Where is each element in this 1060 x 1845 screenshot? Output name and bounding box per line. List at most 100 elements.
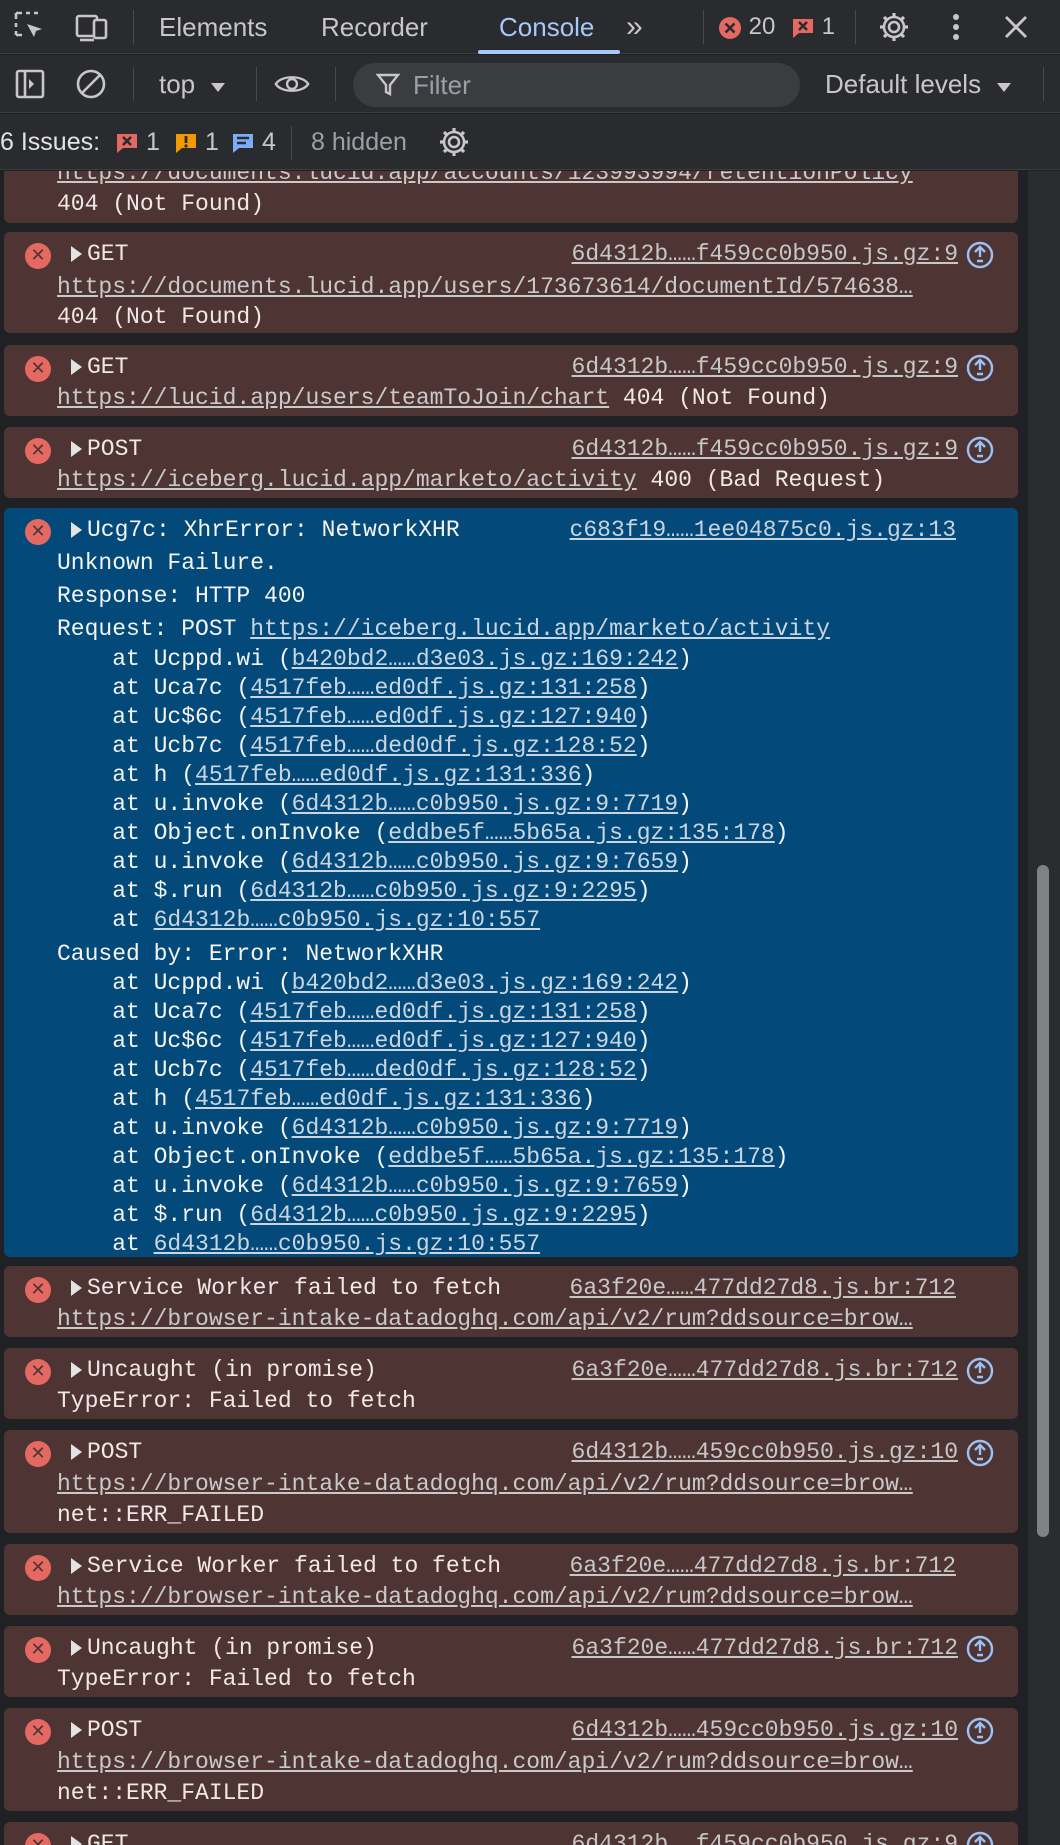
tab-console[interactable]: Console bbox=[499, 0, 594, 54]
request-method: GET bbox=[87, 241, 129, 267]
source-link[interactable]: 6a3f20e……477dd27d8.js.br:712 bbox=[570, 1550, 956, 1583]
ai-assistance-icon[interactable] bbox=[966, 1357, 994, 1385]
issues-settings-gear-icon[interactable] bbox=[436, 124, 472, 160]
stack-frame-source-link[interactable]: 4517feb……ed0df.js.gz:131:336 bbox=[195, 1086, 581, 1112]
console-messages[interactable]: https://documents.lucid.app/accounts/123… bbox=[0, 171, 1024, 1845]
expand-triangle-icon[interactable] bbox=[71, 1280, 82, 1296]
device-toolbar-icon[interactable] bbox=[74, 9, 110, 45]
expand-triangle-icon[interactable] bbox=[71, 1836, 82, 1845]
error-icon: ✕ bbox=[25, 1359, 51, 1385]
stack-frame-source-link[interactable]: 6d4312b……c0b950.js.gz:9:7659 bbox=[292, 849, 678, 875]
source-link[interactable]: 6a3f20e……477dd27d8.js.br:712 bbox=[570, 1272, 956, 1305]
tab-recorder[interactable]: Recorder bbox=[321, 0, 428, 54]
more-options-icon[interactable] bbox=[938, 9, 974, 45]
expand-triangle-icon[interactable] bbox=[71, 246, 82, 262]
more-tabs-button[interactable]: » bbox=[626, 0, 643, 54]
request-url-link[interactable]: https://iceberg.lucid.app/marketo/activi… bbox=[250, 616, 830, 642]
hidden-issues-count: 8 hidden bbox=[311, 128, 407, 156]
request-url-link[interactable]: https://iceberg.lucid.app/marketo/activi… bbox=[57, 467, 637, 493]
issue-count-button[interactable]: 1 bbox=[791, 13, 835, 41]
settings-gear-icon[interactable] bbox=[876, 9, 912, 45]
console-message-error[interactable]: ✕ POST 6d4312b……459cc0b950.js.gz:10 http… bbox=[4, 1708, 1018, 1811]
error-message: TypeError: Failed to fetch bbox=[57, 1388, 416, 1414]
close-icon[interactable] bbox=[998, 9, 1034, 45]
live-expression-eye-icon[interactable] bbox=[274, 66, 310, 102]
expand-triangle-icon[interactable] bbox=[71, 359, 82, 375]
stack-frame-source-link[interactable]: 4517feb……ed0df.js.gz:127:940 bbox=[250, 1028, 636, 1054]
expand-triangle-icon[interactable] bbox=[71, 1444, 82, 1460]
sidebar-toggle-icon[interactable] bbox=[12, 66, 48, 102]
console-message-error-selected[interactable]: ✕ Ucg7c: XhrError: NetworkXHR c683f19……1… bbox=[4, 508, 1018, 1257]
source-link[interactable]: 6a3f20e……477dd27d8.js.br:712 bbox=[572, 1354, 958, 1387]
inspect-element-icon[interactable] bbox=[12, 9, 48, 45]
ai-assistance-icon[interactable] bbox=[966, 241, 994, 269]
stack-frame-source-link[interactable]: 4517feb……ded0df.js.gz:128:52 bbox=[250, 1057, 636, 1083]
stack-frame-source-link[interactable]: 4517feb……ed0df.js.gz:131:336 bbox=[195, 762, 581, 788]
console-message-error[interactable]: https://documents.lucid.app/accounts/123… bbox=[4, 171, 1018, 223]
issues-error-count[interactable]: 1 bbox=[115, 127, 160, 157]
ai-assistance-icon[interactable] bbox=[966, 354, 994, 382]
console-message-error[interactable]: ✕ Uncaught (in promise) 6a3f20e……477dd27… bbox=[4, 1348, 1018, 1419]
stack-frame-source-link[interactable]: 4517feb……ed0df.js.gz:131:258 bbox=[250, 999, 636, 1025]
expand-triangle-icon[interactable] bbox=[71, 522, 82, 538]
stack-frame-source-link[interactable]: 6d4312b……c0b950.js.gz:10:557 bbox=[154, 1231, 540, 1257]
request-url-link[interactable]: https://browser-intake-datadoghq.com/api… bbox=[57, 1303, 913, 1336]
console-message-error[interactable]: ✕ POST 6d4312b……459cc0b950.js.gz:10 http… bbox=[4, 1430, 1018, 1533]
ai-assistance-icon[interactable] bbox=[966, 436, 994, 464]
request-url-link[interactable]: https://browser-intake-datadoghq.com/api… bbox=[57, 1746, 913, 1779]
console-message-error[interactable]: ✕ Service Worker failed to fetch 6a3f20e… bbox=[4, 1266, 1018, 1337]
tab-elements[interactable]: Elements bbox=[159, 0, 267, 54]
stack-frame-source-link[interactable]: eddbe5f……5b65a.js.gz:135:178 bbox=[388, 820, 774, 846]
log-levels-dropdown[interactable]: Default levels bbox=[825, 67, 1012, 101]
stack-frame-source-link[interactable]: 6d4312b……c0b950.js.gz:9:7719 bbox=[292, 791, 678, 817]
console-message-error[interactable]: ✕ GET 6d4312b……f459cc0b950.js.gz:9 bbox=[4, 1822, 1018, 1845]
stack-frame-source-link[interactable]: 6d4312b……c0b950.js.gz:9:7659 bbox=[292, 1173, 678, 1199]
stack-frame-source-link[interactable]: 6d4312b……c0b950.js.gz:9:2295 bbox=[250, 1202, 636, 1228]
ai-assistance-icon[interactable] bbox=[966, 1439, 994, 1467]
expand-triangle-icon[interactable] bbox=[71, 1722, 82, 1738]
stack-frame-source-link[interactable]: b420bd2……d3e03.js.gz:169:242 bbox=[292, 970, 678, 996]
source-link[interactable]: 6d4312b……f459cc0b950.js.gz:9 bbox=[572, 351, 958, 384]
scrollbar-thumb[interactable] bbox=[1037, 865, 1049, 1537]
context-selector[interactable]: top bbox=[159, 67, 226, 101]
request-url-link[interactable]: https://lucid.app/users/teamToJoin/chart bbox=[57, 385, 609, 411]
console-message-error[interactable]: ✕ GET 6d4312b……f459cc0b950.js.gz:9 https… bbox=[4, 345, 1018, 416]
expand-triangle-icon[interactable] bbox=[71, 441, 82, 457]
source-link[interactable]: 6d4312b……f459cc0b950.js.gz:9 bbox=[572, 433, 958, 466]
issues-warning-count[interactable]: 1 bbox=[174, 127, 219, 157]
ai-assistance-icon[interactable] bbox=[966, 1831, 994, 1845]
filter-input[interactable]: Filter bbox=[353, 63, 800, 107]
request-url-link[interactable]: https://documents.lucid.app/users/173673… bbox=[57, 271, 913, 304]
expand-triangle-icon[interactable] bbox=[71, 1558, 82, 1574]
stack-frame-function: at $.run ( bbox=[57, 1202, 251, 1228]
stack-frame-source-link[interactable]: b420bd2……d3e03.js.gz:169:242 bbox=[292, 646, 678, 672]
source-link[interactable]: 6d4312b……459cc0b950.js.gz:10 bbox=[572, 1714, 958, 1747]
source-link[interactable]: 6d4312b……f459cc0b950.js.gz:9 bbox=[572, 1828, 958, 1845]
ai-assistance-icon[interactable] bbox=[966, 1635, 994, 1663]
console-message-error[interactable]: ✕ GET 6d4312b……f459cc0b950.js.gz:9 https… bbox=[4, 232, 1018, 333]
clear-console-icon[interactable] bbox=[73, 66, 109, 102]
request-url-link[interactable]: https://browser-intake-datadoghq.com/api… bbox=[57, 1468, 913, 1501]
stack-frame-source-link[interactable]: 6d4312b……c0b950.js.gz:9:2295 bbox=[250, 878, 636, 904]
stack-frame-source-link[interactable]: 4517feb……ded0df.js.gz:128:52 bbox=[250, 733, 636, 759]
console-message-error[interactable]: ✕ Uncaught (in promise) 6a3f20e……477dd27… bbox=[4, 1626, 1018, 1697]
request-url-link[interactable]: https://browser-intake-datadoghq.com/api… bbox=[57, 1581, 913, 1614]
stack-frame-source-link[interactable]: 6d4312b……c0b950.js.gz:9:7719 bbox=[292, 1115, 678, 1141]
error-count-button[interactable]: 20 bbox=[718, 13, 775, 41]
source-link[interactable]: 6d4312b……459cc0b950.js.gz:10 bbox=[572, 1436, 958, 1469]
stack-frame-close-paren: ) bbox=[678, 1115, 692, 1141]
stack-frame-source-link[interactable]: eddbe5f……5b65a.js.gz:135:178 bbox=[388, 1144, 774, 1170]
expand-triangle-icon[interactable] bbox=[71, 1640, 82, 1656]
console-message-error[interactable]: ✕ Service Worker failed to fetch 6a3f20e… bbox=[4, 1544, 1018, 1615]
stack-frame-function: at h ( bbox=[57, 762, 196, 788]
source-link[interactable]: 6d4312b……f459cc0b950.js.gz:9 bbox=[572, 238, 958, 271]
expand-triangle-icon[interactable] bbox=[71, 1362, 82, 1378]
issues-info-count[interactable]: 4 bbox=[231, 127, 276, 157]
stack-frame-source-link[interactable]: 4517feb……ed0df.js.gz:127:940 bbox=[250, 704, 636, 730]
stack-frame-source-link[interactable]: 6d4312b……c0b950.js.gz:10:557 bbox=[154, 907, 540, 933]
source-link[interactable]: c683f19……1ee04875c0.js.gz:13 bbox=[570, 514, 956, 547]
source-link[interactable]: 6a3f20e……477dd27d8.js.br:712 bbox=[572, 1632, 958, 1665]
ai-assistance-icon[interactable] bbox=[966, 1717, 994, 1745]
stack-frame-source-link[interactable]: 4517feb……ed0df.js.gz:131:258 bbox=[250, 675, 636, 701]
console-message-error[interactable]: ✕ POST 6d4312b……f459cc0b950.js.gz:9 http… bbox=[4, 427, 1018, 498]
